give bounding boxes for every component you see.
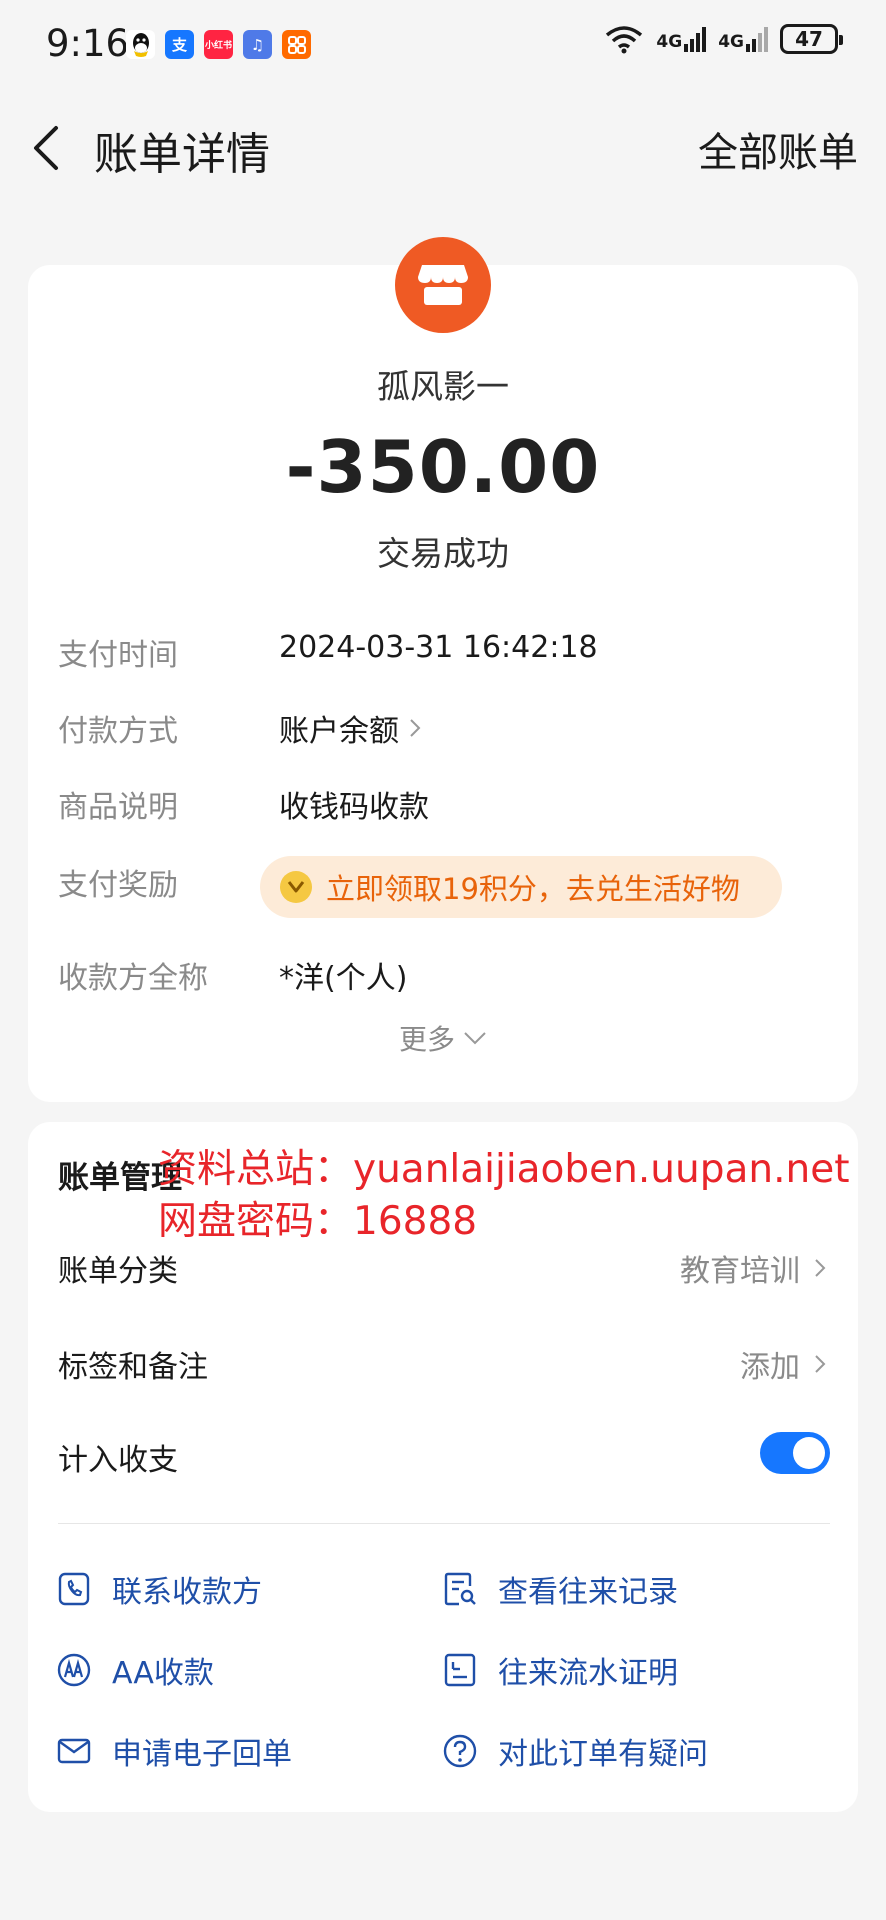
contact-payee-button[interactable]: 联系收款方 bbox=[56, 1567, 262, 1611]
transaction-proof-button[interactable]: 往来流水证明 bbox=[442, 1648, 678, 1692]
page-title: 账单详情 bbox=[94, 129, 270, 180]
status-time: 9:16 bbox=[46, 22, 130, 65]
aa-collect-button[interactable]: AA收款 bbox=[56, 1648, 214, 1692]
qq-icon bbox=[126, 30, 155, 59]
music-icon: ♫ bbox=[243, 30, 272, 59]
wifi-icon bbox=[606, 26, 643, 54]
payee-label: 收款方全称 bbox=[58, 961, 208, 996]
tags-value: 添加 bbox=[740, 1350, 800, 1385]
reward-claim-button[interactable]: 立即领取19积分，去兑生活好物 bbox=[260, 856, 782, 918]
status-right: 4G 4G 47 bbox=[604, 24, 843, 54]
reward-label: 支付奖励 bbox=[58, 868, 178, 903]
pay-time-label: 支付时间 bbox=[58, 638, 178, 673]
chevron-right-icon bbox=[815, 1355, 826, 1373]
merchant-name: 孤风影一 bbox=[377, 367, 509, 406]
alipay-icon: 支 bbox=[165, 30, 194, 59]
view-history-label: 查看往来记录 bbox=[498, 1575, 678, 1610]
goods-value: 收钱码收款 bbox=[279, 782, 429, 826]
tags-label: 标签和备注 bbox=[58, 1350, 208, 1385]
goods-label: 商品说明 bbox=[58, 790, 178, 825]
transaction-proof-label: 往来流水证明 bbox=[498, 1656, 678, 1691]
transaction-amount: -350.00 bbox=[285, 425, 601, 509]
network-type-2: 4G bbox=[718, 32, 744, 52]
status-bar: 9:16 支 小红书 ♫ 4G 4G 47 bbox=[0, 0, 886, 90]
category-value: 教育培训 bbox=[680, 1254, 800, 1289]
transaction-status: 交易成功 bbox=[377, 534, 509, 573]
chevron-right-icon bbox=[815, 1259, 826, 1277]
order-question-button[interactable]: 对此订单有疑问 bbox=[442, 1729, 708, 1773]
category-selector[interactable]: 教育培训 bbox=[680, 1246, 826, 1290]
order-question-label: 对此订单有疑问 bbox=[498, 1737, 708, 1772]
more-label: 更多 bbox=[398, 1023, 455, 1056]
payee-text: *洋(个人) bbox=[279, 961, 408, 996]
pay-time-text: 2024-03-31 16:42:18 bbox=[279, 630, 598, 665]
signal-bars-1-icon bbox=[684, 26, 707, 52]
pay-method-label: 付款方式 bbox=[58, 714, 178, 749]
help-icon bbox=[443, 1734, 477, 1768]
payee-value: *洋(个人) bbox=[279, 953, 407, 997]
battery-icon: 47 bbox=[780, 24, 843, 54]
include-toggle[interactable] bbox=[760, 1432, 830, 1474]
chevron-right-icon bbox=[410, 719, 421, 737]
status-app-icons: 支 小红书 ♫ bbox=[126, 30, 311, 59]
aa-icon bbox=[57, 1653, 91, 1687]
signal-bars-2-icon bbox=[746, 26, 768, 52]
goods-text: 收钱码收款 bbox=[279, 790, 429, 825]
mail-icon bbox=[57, 1738, 91, 1764]
contact-payee-label: 联系收款方 bbox=[112, 1575, 262, 1610]
watermark-line-2: 网盘密码：16888 bbox=[158, 1199, 478, 1244]
aa-collect-label: AA收款 bbox=[112, 1656, 214, 1691]
shop-icon bbox=[418, 265, 468, 305]
pay-time-value: 2024-03-31 16:42:18 bbox=[279, 630, 598, 665]
signal-1: 4G bbox=[656, 26, 707, 52]
view-history-button[interactable]: 查看往来记录 bbox=[442, 1567, 678, 1611]
coin-icon bbox=[280, 871, 312, 903]
more-button[interactable]: 更多 bbox=[0, 1018, 886, 1058]
document-icon bbox=[444, 1653, 476, 1687]
taobao-icon bbox=[282, 30, 311, 59]
battery-level: 47 bbox=[795, 27, 823, 51]
pay-method-value[interactable]: 账户余额 bbox=[279, 706, 421, 750]
xiaohongshu-icon: 小红书 bbox=[204, 30, 233, 59]
merchant-avatar bbox=[395, 237, 491, 333]
toggle-knob bbox=[793, 1437, 825, 1469]
e-receipt-button[interactable]: 申请电子回单 bbox=[56, 1729, 292, 1773]
network-type-1: 4G bbox=[656, 32, 683, 52]
include-label: 计入收支 bbox=[58, 1443, 178, 1478]
divider bbox=[58, 1523, 830, 1524]
e-receipt-label: 申请电子回单 bbox=[112, 1737, 292, 1772]
header: 账单详情 全部账单 bbox=[0, 100, 886, 190]
record-search-icon bbox=[444, 1572, 476, 1606]
reward-text: 立即领取19积分，去兑生活好物 bbox=[326, 872, 740, 906]
all-bills-link[interactable]: 全部账单 bbox=[698, 120, 858, 178]
back-button[interactable] bbox=[28, 116, 78, 176]
chevron-left-icon bbox=[34, 126, 58, 170]
watermark-line-1: 资料总站：yuanlaijiaoben.uupan.net bbox=[158, 1147, 850, 1192]
signal-2: 4G bbox=[718, 26, 768, 52]
category-label: 账单分类 bbox=[58, 1254, 178, 1289]
chevron-down-icon bbox=[464, 1032, 486, 1045]
tags-add-button[interactable]: 添加 bbox=[740, 1342, 826, 1386]
pay-method-text: 账户余额 bbox=[279, 714, 399, 749]
phone-icon bbox=[58, 1572, 90, 1606]
